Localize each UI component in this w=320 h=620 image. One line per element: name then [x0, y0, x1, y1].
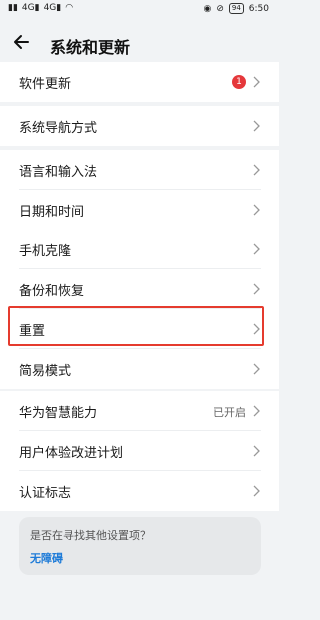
- item-label: 系统导航方式: [19, 120, 98, 136]
- item-huawei-smart[interactable]: 华为智慧能力 已开启: [0, 391, 279, 431]
- item-phone-clone[interactable]: 手机克隆: [0, 229, 279, 269]
- item-label: 认证标志: [19, 485, 72, 501]
- hint-card: 是否在寻找其他设置项？ 无障碍: [19, 517, 261, 575]
- clock: 6:50: [248, 3, 269, 14]
- network-icon-2: 4G▮: [43, 3, 62, 13]
- group-navigation: 系统导航方式: [0, 106, 279, 146]
- chevron-right-icon: [253, 243, 260, 255]
- item-language-input[interactable]: 语言和输入法: [0, 150, 279, 190]
- status-left: ▮▮ 4G▮ 4G▮ ◠: [8, 3, 73, 13]
- wifi-icon: ◠: [65, 3, 74, 13]
- mute-icon: ⊘: [216, 3, 224, 14]
- group-software-update: 软件更新 1: [0, 62, 279, 102]
- signal-icon: ▮▮: [8, 3, 18, 13]
- item-label: 备份和恢复: [19, 283, 85, 299]
- group-huawei-features: 华为智慧能力 已开启 用户体验改进计划 认证标志: [0, 391, 279, 511]
- chevron-right-icon: [253, 363, 260, 375]
- status-right: ◉ ⊘ 94 6:50: [203, 3, 269, 14]
- item-label: 重置: [19, 323, 46, 339]
- chevron-right-icon: [253, 323, 260, 335]
- item-date-time[interactable]: 日期和时间: [0, 190, 279, 230]
- group-backup-reset: 手机克隆 备份和恢复 重置 简易模式: [0, 229, 279, 389]
- update-badge: 1: [232, 75, 246, 89]
- chevron-right-icon: [253, 405, 260, 417]
- item-label: 用户体验改进计划: [19, 445, 124, 461]
- item-label: 语言和输入法: [19, 164, 98, 180]
- item-label: 日期和时间: [19, 204, 85, 220]
- item-navigation-mode[interactable]: 系统导航方式: [0, 106, 279, 146]
- chevron-right-icon: [253, 445, 260, 457]
- accessibility-link[interactable]: 无障碍: [30, 550, 63, 566]
- item-label: 手机克隆: [19, 243, 72, 259]
- item-value: 已开启: [213, 406, 246, 419]
- item-reset[interactable]: 重置: [0, 309, 279, 349]
- chevron-right-icon: [253, 204, 260, 216]
- page-title: 系统和更新: [50, 38, 131, 57]
- eye-icon: ◉: [203, 3, 212, 14]
- item-backup-restore[interactable]: 备份和恢复: [0, 269, 279, 309]
- item-user-experience[interactable]: 用户体验改进计划: [0, 431, 279, 471]
- battery-indicator: 94: [228, 3, 244, 14]
- chevron-right-icon: [253, 76, 260, 88]
- chevron-right-icon: [253, 120, 260, 132]
- item-simple-mode[interactable]: 简易模式: [0, 349, 279, 389]
- chevron-right-icon: [253, 485, 260, 497]
- item-label: 简易模式: [19, 363, 72, 379]
- chevron-right-icon: [253, 283, 260, 295]
- status-bar: ▮▮ 4G▮ 4G▮ ◠ ◉ ⊘ 94 6:50: [0, 0, 279, 18]
- hint-question: 是否在寻找其他设置项？: [30, 529, 151, 542]
- group-language-date: 语言和输入法 日期和时间: [0, 150, 279, 230]
- item-certification[interactable]: 认证标志: [0, 471, 279, 511]
- network-icon: 4G▮: [21, 3, 40, 13]
- back-arrow-icon[interactable]: [12, 32, 32, 52]
- item-software-update[interactable]: 软件更新 1: [0, 62, 279, 102]
- header: 系统和更新: [0, 26, 279, 62]
- chevron-right-icon: [253, 164, 260, 176]
